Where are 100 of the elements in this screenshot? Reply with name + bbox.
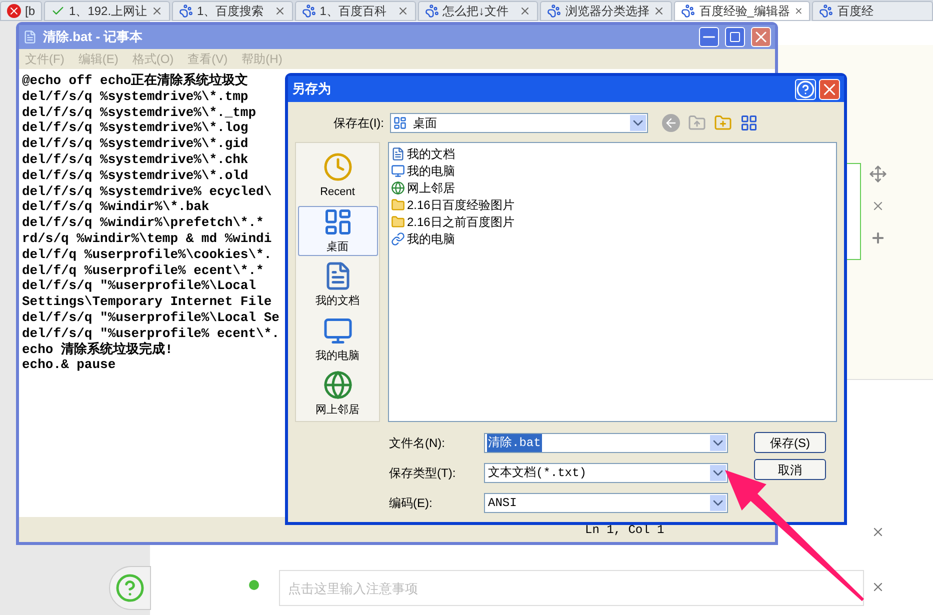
back-icon[interactable] <box>662 114 680 132</box>
dialog-title: 另存为 <box>292 80 332 98</box>
dropdown-caret-icon[interactable] <box>710 495 726 511</box>
globe-icon <box>322 370 352 400</box>
dropdown-caret-icon[interactable] <box>710 465 726 481</box>
file-item[interactable]: 我的文档 <box>391 145 834 162</box>
browser-tab[interactable]: 1、百度百科 <box>294 1 416 21</box>
code-line: del/f/s/q %systemdrive%\*.log <box>22 120 248 136</box>
paw-icon <box>547 4 562 18</box>
code-line: del/f/q %userprofile% ecent\*.* <box>22 262 264 278</box>
file-item[interactable]: 网上邻居 <box>391 179 834 196</box>
close-icon[interactable] <box>871 580 885 594</box>
code-line: del/f/s/q %systemdrive%\*._tmp <box>22 104 256 120</box>
code-line: del/f/s/q "%userprofile%\Local <box>22 278 256 294</box>
close-icon[interactable] <box>519 5 532 17</box>
dialog-button[interactable]: 保存(S) <box>754 432 826 453</box>
field-value: ANSI <box>487 495 518 512</box>
error-icon <box>7 4 21 18</box>
close-icon[interactable] <box>751 27 771 47</box>
code-line: del/f/s/q %windir%\prefetch\*.* <box>22 215 264 231</box>
place-label: 桌面 <box>326 240 348 254</box>
file-name: 我的电脑 <box>407 162 455 180</box>
field-value: 文本文档(*.txt) <box>487 465 588 482</box>
file-name: 我的文档 <box>407 146 455 162</box>
browser-tab[interactable]: 1、百度搜索 <box>172 1 293 21</box>
code-line: @echo off echo正在清除系统垃圾文 <box>22 73 248 89</box>
browser-tab[interactable]: 1、192.上网让 <box>44 1 170 21</box>
add-icon[interactable] <box>870 230 886 246</box>
status-text: Ln 1, Col 1 <box>585 522 666 538</box>
browser-tab[interactable]: 怎么把↓文件 <box>418 1 538 21</box>
browser-tab[interactable]: [b <box>0 1 42 21</box>
field-label: 保存类型(T): <box>389 465 457 482</box>
view-menu-icon[interactable] <box>740 114 758 132</box>
place-label: 网上邻居 <box>316 403 360 418</box>
tab-label: [b <box>25 3 36 19</box>
code-line: del/f/s/q %systemdrive%\*.tmp <box>22 88 248 105</box>
field-dropdown[interactable]: 文本文档(*.txt) <box>484 463 728 483</box>
code-line: del/f/q %userprofile%\cookies\*. <box>22 246 272 263</box>
folder-icon <box>391 198 405 212</box>
tab-label: 浏览器分类选择 <box>565 3 650 19</box>
minimize-icon[interactable] <box>699 27 719 47</box>
place-label: 我的电脑 <box>316 348 360 364</box>
maximize-icon[interactable] <box>725 27 745 47</box>
file-item[interactable]: 我的电脑 <box>391 230 834 247</box>
save-in-value: 桌面 <box>413 115 437 132</box>
close-icon[interactable] <box>396 5 409 17</box>
notepad-icon <box>23 30 37 44</box>
place-label: Recent <box>320 185 355 200</box>
code-line: echo.& pause <box>22 357 116 374</box>
file-item[interactable]: 2.16日百度经验图片 <box>391 196 834 213</box>
close-icon[interactable] <box>151 5 164 17</box>
tab-label: 1、192.上网让 <box>69 3 148 19</box>
note-input-field[interactable]: 点击这里输入注意事项 <box>279 570 864 606</box>
close-icon[interactable] <box>653 5 666 17</box>
place-item[interactable]: 桌面 <box>298 206 378 256</box>
code-line: del/f/s/q %systemdrive%\*.chk <box>22 152 248 168</box>
place-item[interactable]: Recent <box>298 151 378 202</box>
computer-icon <box>391 164 405 178</box>
file-name: 2.16日百度经验图片 <box>407 196 514 214</box>
browser-tab[interactable]: 百度经验_编辑器 <box>674 1 810 21</box>
browser-tab[interactable]: 百度经 <box>812 1 933 21</box>
tab-label: 百度经验_编辑器 <box>699 3 790 19</box>
paw-icon <box>424 4 439 18</box>
field-label: 编码(E): <box>389 495 434 512</box>
close-icon[interactable] <box>871 525 885 539</box>
paw-icon <box>819 4 834 18</box>
folder-icon <box>391 214 405 228</box>
file-item[interactable]: 我的电脑 <box>391 162 834 179</box>
globe-icon <box>391 180 405 194</box>
paw-icon <box>681 4 696 18</box>
place-item[interactable]: 网上邻居 <box>298 369 378 420</box>
move-icon[interactable] <box>869 165 887 183</box>
tab-label: 百度经 <box>837 3 874 19</box>
dropdown-caret-icon[interactable] <box>710 435 726 451</box>
browser-tab[interactable]: 浏览器分类选择 <box>540 1 672 21</box>
tab-label: 怎么把↓文件 <box>442 3 510 19</box>
code-line: del/f/s/q "%userprofile% ecent\*. <box>22 326 280 342</box>
place-item[interactable]: 我的电脑 <box>298 314 378 365</box>
close-icon[interactable] <box>819 78 840 100</box>
save-in-dropdown[interactable]: 桌面 <box>390 113 648 133</box>
computer-icon <box>322 316 352 346</box>
field-value: 清除.bat <box>487 434 542 452</box>
field-dropdown[interactable]: ANSI <box>484 493 728 513</box>
code-line: rd/s/q %windir%\temp & md %windi <box>22 230 272 247</box>
dropdown-caret-icon[interactable] <box>630 115 646 131</box>
file-name: 网上邻居 <box>407 180 455 196</box>
field-dropdown[interactable]: 清除.bat <box>484 433 728 453</box>
close-icon[interactable] <box>871 199 885 213</box>
place-item[interactable]: 我的文档 <box>298 260 378 310</box>
paw-icon <box>179 4 194 18</box>
tab-label: 1、百度搜索 <box>197 3 265 19</box>
document-icon <box>391 146 405 160</box>
tab-label: 1、百度百科 <box>320 3 388 19</box>
window-title: 清除.bat - 记事本 <box>43 28 144 46</box>
code-line: del/f/s/q %windir%\*.bak <box>22 199 210 216</box>
code-line: del/f/s/q %systemdrive%\*.gid <box>22 136 248 152</box>
file-item[interactable]: 2.16日之前百度图片 <box>391 213 834 230</box>
file-name: 2.16日之前百度图片 <box>407 214 514 230</box>
close-icon[interactable] <box>274 5 286 17</box>
dialog-button[interactable]: 取消 <box>754 459 826 480</box>
